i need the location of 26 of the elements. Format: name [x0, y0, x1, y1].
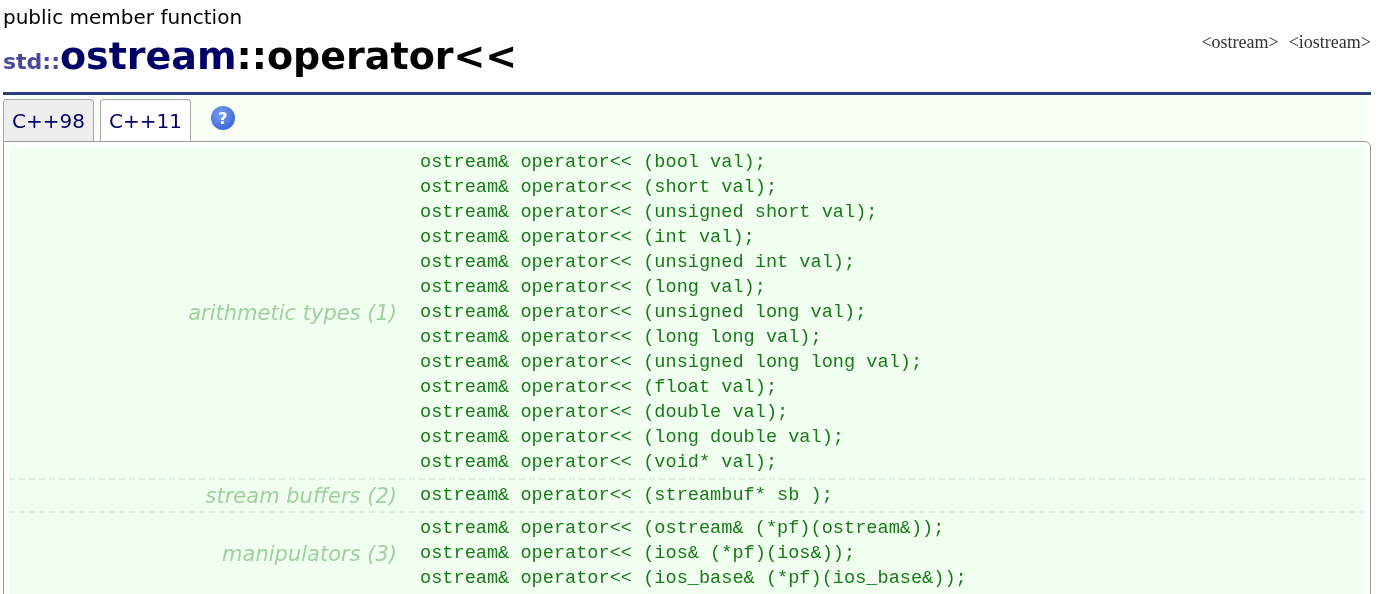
code-line: ostream& operator<< (unsigned long val);	[420, 301, 868, 325]
code-line: ostream& operator<< (long double val);	[420, 426, 845, 450]
header-link[interactable]: <iostream>	[1288, 32, 1371, 53]
code-line: ostream& operator<< (void* val);	[420, 451, 779, 475]
code-line: ostream& operator<< (bool val);	[420, 151, 767, 175]
code-line: ostream& operator<< (double val);	[420, 401, 790, 425]
code-line: ostream& operator<< (short val);	[420, 176, 779, 200]
version-tab[interactable]: C++98	[3, 99, 94, 141]
code-line: ostream& operator<< (ostream& (*pf)(ostream&));	[420, 517, 946, 541]
code-line: ostream& operator<< (unsigned int val);	[420, 251, 857, 275]
code-line: ostream& operator<< (long val);	[420, 276, 767, 300]
section-label: manipulators (3)	[222, 541, 397, 566]
page-title: std::ostream::operator<<	[3, 33, 518, 80]
header-link[interactable]: <ostream>	[1201, 32, 1279, 53]
version-tab[interactable]: C++11	[99, 99, 191, 141]
code-line: ostream& operator<< (ios_base& (*pf)(ios_base&));	[420, 567, 967, 591]
section-label: stream buffers (2)	[205, 483, 397, 508]
code-line: ostream& operator<< (unsigned long long val);	[420, 351, 923, 375]
code-line: ostream& operator<< (float val);	[420, 376, 779, 400]
code-line: ostream& operator<< (int val);	[420, 226, 756, 250]
code-line: ostream& operator<< (streambuf* sb );	[420, 484, 833, 508]
code-line: ostream& operator<< (long long val);	[420, 326, 823, 350]
code-line: ostream& operator<< (unsigned short val);	[420, 201, 879, 225]
section-label: arithmetic types (1)	[188, 300, 397, 325]
code-line: ostream& operator<< (ios& (*pf)(ios&));	[420, 542, 857, 566]
member-kind-label: public member function	[3, 4, 244, 30]
